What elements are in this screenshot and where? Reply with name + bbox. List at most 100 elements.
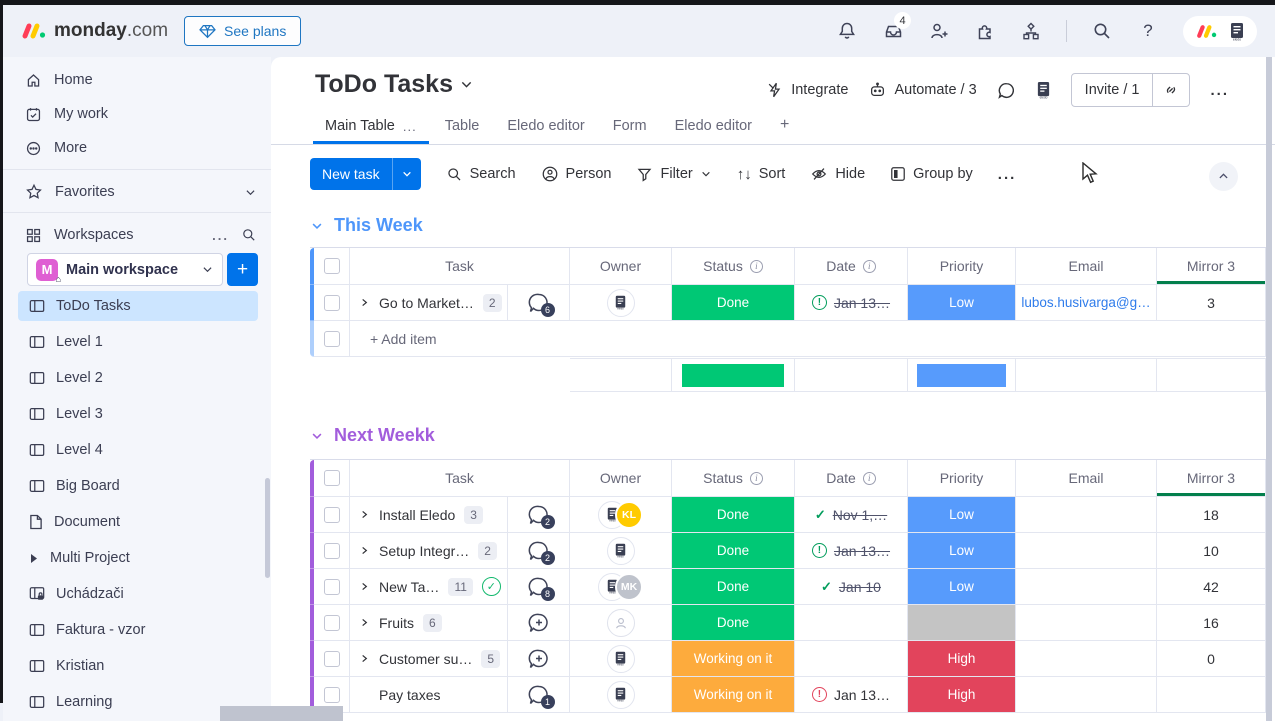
email-cell[interactable] [1016, 497, 1157, 533]
filter-button[interactable]: Filter [636, 166, 711, 183]
search-button[interactable]: Search [446, 166, 516, 183]
task-cell[interactable]: New Ta… 11 ✓ [350, 569, 508, 605]
sidebar-item-home[interactable]: Home [25, 65, 93, 95]
row-checkbox[interactable] [314, 497, 350, 533]
group-by-button[interactable]: Group by [890, 166, 973, 182]
status-cell[interactable]: Done [672, 533, 795, 569]
invite-members-icon[interactable] [928, 20, 950, 42]
group-collapse-chevron-icon[interactable] [310, 429, 324, 443]
tab-main-table[interactable]: Main Table ... [313, 110, 429, 144]
sidebar-board-level-2[interactable]: Level 2 [18, 363, 258, 393]
hide-button[interactable]: Hide [810, 165, 865, 183]
tab-table[interactable]: Table [433, 110, 492, 144]
task-cell[interactable]: Fruits 6 [350, 605, 508, 641]
person-filter-button[interactable]: Person [541, 165, 612, 183]
org-structure-icon[interactable] [1020, 20, 1042, 42]
updates-cell[interactable] [508, 641, 570, 677]
add-item-row[interactable]: + Add item [310, 321, 1266, 357]
group-collapse-chevron-icon[interactable] [310, 219, 324, 233]
email-cell[interactable] [1016, 605, 1157, 641]
status-cell[interactable]: Done [672, 569, 795, 605]
toolbar-more-menu-icon[interactable]: ... [998, 166, 1017, 183]
sidebar-scrollbar[interactable] [265, 478, 270, 578]
date-cell[interactable]: !Jan 13… [795, 285, 908, 321]
email-cell[interactable] [1016, 677, 1157, 713]
integrate-button[interactable]: Integrate [766, 81, 848, 99]
row-checkbox[interactable] [314, 285, 350, 321]
workspaces-search-icon[interactable] [241, 227, 257, 243]
new-task-button[interactable]: New task [310, 158, 421, 190]
sidebar-board-uchadzaci[interactable]: Uchádzači [18, 579, 258, 609]
date-cell[interactable]: !Jan 13… [795, 533, 908, 569]
date-cell[interactable]: ✓Nov 1,… [795, 497, 908, 533]
help-icon[interactable]: ? [1137, 20, 1159, 42]
date-cell[interactable] [795, 605, 908, 641]
email-cell[interactable] [1016, 533, 1157, 569]
select-all-checkbox[interactable] [314, 248, 350, 285]
priority-cell[interactable] [908, 605, 1016, 641]
mirror-cell[interactable]: 42 [1157, 569, 1266, 605]
mirror-cell[interactable] [1157, 677, 1266, 713]
owner-cell[interactable]: eledo MK [570, 569, 672, 605]
sidebar-item-favorites[interactable]: Favorites [25, 177, 257, 207]
column-task[interactable]: Task [350, 248, 570, 285]
column-mirror[interactable]: Mirror 3 [1157, 460, 1266, 497]
task-cell[interactable]: Customer su… 5 [350, 641, 508, 677]
sidebar-board-level-4[interactable]: Level 4 [18, 435, 258, 465]
sidebar-item-document[interactable]: Document [18, 507, 258, 537]
updates-cell[interactable]: 8 [508, 569, 570, 605]
column-priority[interactable]: Priority [908, 460, 1016, 497]
sidebar-item-more[interactable]: More [25, 133, 87, 163]
new-task-dropdown[interactable] [392, 158, 421, 190]
apps-puzzle-icon[interactable] [974, 20, 996, 42]
expand-row-icon[interactable] [359, 509, 370, 520]
board-title-chevron-icon[interactable] [459, 77, 474, 92]
expand-row-icon[interactable] [359, 581, 370, 592]
sort-button[interactable]: ↑↓ Sort [737, 166, 786, 183]
group-title-next-weekk[interactable]: Next Weekk [310, 425, 435, 446]
expand-row-icon[interactable] [359, 617, 370, 628]
board-title[interactable]: ToDo Tasks [315, 70, 453, 99]
row-checkbox[interactable] [314, 641, 350, 677]
task-cell[interactable]: Setup Integr… 2 [350, 533, 508, 569]
priority-cell[interactable]: High [908, 677, 1016, 713]
owner-cell[interactable]: eledo [570, 533, 672, 569]
priority-cell[interactable]: Low [908, 533, 1016, 569]
date-cell[interactable]: !Jan 13… [795, 677, 908, 713]
sidebar-folder-multi-project[interactable]: Multi Project [18, 543, 258, 573]
vertical-scrollbar[interactable] [1266, 57, 1272, 721]
updates-cell[interactable]: 2 [508, 497, 570, 533]
priority-cell[interactable]: Low [908, 497, 1016, 533]
select-all-checkbox[interactable] [314, 460, 350, 497]
column-owner[interactable]: Owner [570, 248, 672, 285]
tab-eledo-editor-2[interactable]: Eledo editor [663, 110, 764, 144]
email-cell[interactable] [1016, 569, 1157, 605]
owner-cell[interactable]: eledo [570, 641, 672, 677]
task-cell[interactable]: Install Eledo 3 [350, 497, 508, 533]
updates-cell[interactable]: 2 [508, 533, 570, 569]
board-options-menu-icon[interactable]: ... [1210, 82, 1229, 99]
mirror-cell[interactable]: 10 [1157, 533, 1266, 569]
priority-cell[interactable]: High [908, 641, 1016, 677]
row-checkbox[interactable] [314, 569, 350, 605]
add-item-button[interactable]: + Add item [350, 321, 1266, 357]
date-cell[interactable]: ✓Jan 10 [795, 569, 908, 605]
email-cell[interactable] [1016, 641, 1157, 677]
column-email[interactable]: Email [1016, 460, 1157, 497]
column-mirror[interactable]: Mirror 3 [1157, 248, 1266, 285]
row-checkbox[interactable] [314, 321, 350, 357]
owner-cell[interactable] [570, 605, 672, 641]
add-view-tab-button[interactable]: + [768, 108, 801, 144]
tab-form[interactable]: Form [601, 110, 659, 144]
column-priority[interactable]: Priority [908, 248, 1016, 285]
mirror-cell[interactable]: 0 [1157, 641, 1266, 677]
column-owner[interactable]: Owner [570, 460, 672, 497]
column-date[interactable]: Datei [795, 248, 908, 285]
sidebar-board-kristian[interactable]: Kristian [18, 651, 258, 681]
summary-status-cell[interactable] [672, 358, 795, 392]
sidebar-board-todo-tasks[interactable]: ToDo Tasks [18, 291, 258, 321]
column-status[interactable]: Statusi [672, 248, 795, 285]
eledo-app-icon[interactable]: eledo [1229, 22, 1245, 41]
date-cell[interactable] [795, 641, 908, 677]
monday-logo[interactable]: monday.com [20, 20, 168, 42]
